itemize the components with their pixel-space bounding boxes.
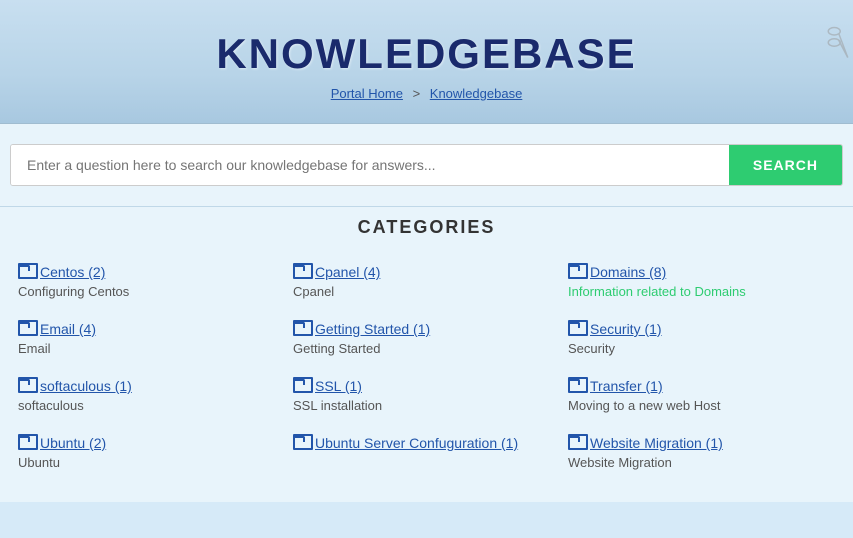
category-link[interactable]: Website Migration (1) <box>568 435 823 451</box>
category-link[interactable]: Domains (8) <box>568 264 823 280</box>
breadcrumb-separator: > <box>413 86 421 101</box>
scissors-icon <box>823 20 853 80</box>
folder-icon <box>568 379 586 393</box>
category-link[interactable]: Transfer (1) <box>568 378 823 394</box>
category-desc: Ubuntu <box>18 455 273 470</box>
category-name: Email (4) <box>40 321 96 337</box>
category-name: Website Migration (1) <box>590 435 723 451</box>
folder-icon <box>293 379 311 393</box>
category-desc: Getting Started <box>293 341 548 356</box>
category-desc: Information related to Domains <box>568 284 823 299</box>
category-desc: Email <box>18 341 273 356</box>
category-link[interactable]: Getting Started (1) <box>293 321 548 337</box>
category-name: Domains (8) <box>590 264 666 280</box>
category-item: SSL (1) SSL installation <box>289 368 564 425</box>
category-link[interactable]: Email (4) <box>18 321 273 337</box>
category-name: softaculous (1) <box>40 378 132 394</box>
category-item: softaculous (1) softaculous <box>14 368 289 425</box>
category-link[interactable]: SSL (1) <box>293 378 548 394</box>
category-item: Centos (2) Configuring Centos <box>14 254 289 311</box>
breadcrumb-home[interactable]: Portal Home <box>331 86 403 101</box>
category-link[interactable]: softaculous (1) <box>18 378 273 394</box>
category-item: Transfer (1) Moving to a new web Host <box>564 368 839 425</box>
category-item: Security (1) Security <box>564 311 839 368</box>
category-name: Ubuntu (2) <box>40 435 106 451</box>
breadcrumb-current[interactable]: Knowledgebase <box>430 86 523 101</box>
category-desc: Cpanel <box>293 284 548 299</box>
category-name: Security (1) <box>590 321 662 337</box>
category-link[interactable]: Cpanel (4) <box>293 264 548 280</box>
search-input[interactable] <box>11 145 729 185</box>
category-item: Ubuntu (2) Ubuntu <box>14 425 289 482</box>
categories-section: CATEGORIES Centos (2)Configuring CentosC… <box>0 207 853 502</box>
category-link[interactable]: Security (1) <box>568 321 823 337</box>
folder-icon <box>18 379 36 393</box>
category-item: Email (4) Email <box>14 311 289 368</box>
folder-icon <box>293 265 311 279</box>
search-bar: SEARCH <box>10 144 843 186</box>
category-name: SSL (1) <box>315 378 362 394</box>
folder-icon <box>293 436 311 450</box>
category-item: Cpanel (4) Cpanel <box>289 254 564 311</box>
category-desc: Security <box>568 341 823 356</box>
folder-icon <box>18 265 36 279</box>
page-header: KNOWLEDGEBASE Portal Home > Knowledgebas… <box>0 0 853 124</box>
categories-grid: Centos (2)Configuring CentosCpanel (4)Cp… <box>10 254 843 482</box>
category-name: Transfer (1) <box>590 378 663 394</box>
folder-icon <box>568 322 586 336</box>
page-title: KNOWLEDGEBASE <box>0 30 853 78</box>
folder-icon <box>293 322 311 336</box>
category-link[interactable]: Ubuntu (2) <box>18 435 273 451</box>
category-desc: Configuring Centos <box>18 284 273 299</box>
search-section: SEARCH <box>0 124 853 207</box>
folder-icon <box>18 436 36 450</box>
category-link[interactable]: Ubuntu Server Confuguration (1) <box>293 435 548 451</box>
category-link[interactable]: Centos (2) <box>18 264 273 280</box>
category-desc: Moving to a new web Host <box>568 398 823 413</box>
category-desc: Website Migration <box>568 455 823 470</box>
category-name: Centos (2) <box>40 264 105 280</box>
breadcrumb: Portal Home > Knowledgebase <box>0 86 853 101</box>
folder-icon <box>18 322 36 336</box>
search-button[interactable]: SEARCH <box>729 145 842 185</box>
category-desc: SSL installation <box>293 398 548 413</box>
folder-icon <box>568 436 586 450</box>
category-name: Cpanel (4) <box>315 264 380 280</box>
category-item: Website Migration (1) Website Migration <box>564 425 839 482</box>
category-item: Ubuntu Server Confuguration (1) <box>289 425 564 482</box>
category-name: Ubuntu Server Confuguration (1) <box>315 435 518 451</box>
category-item: Getting Started (1) Getting Started <box>289 311 564 368</box>
folder-icon <box>568 265 586 279</box>
category-name: Getting Started (1) <box>315 321 430 337</box>
category-item: Domains (8) Information related to Domain… <box>564 254 839 311</box>
categories-title: CATEGORIES <box>10 217 843 238</box>
category-desc: softaculous <box>18 398 273 413</box>
